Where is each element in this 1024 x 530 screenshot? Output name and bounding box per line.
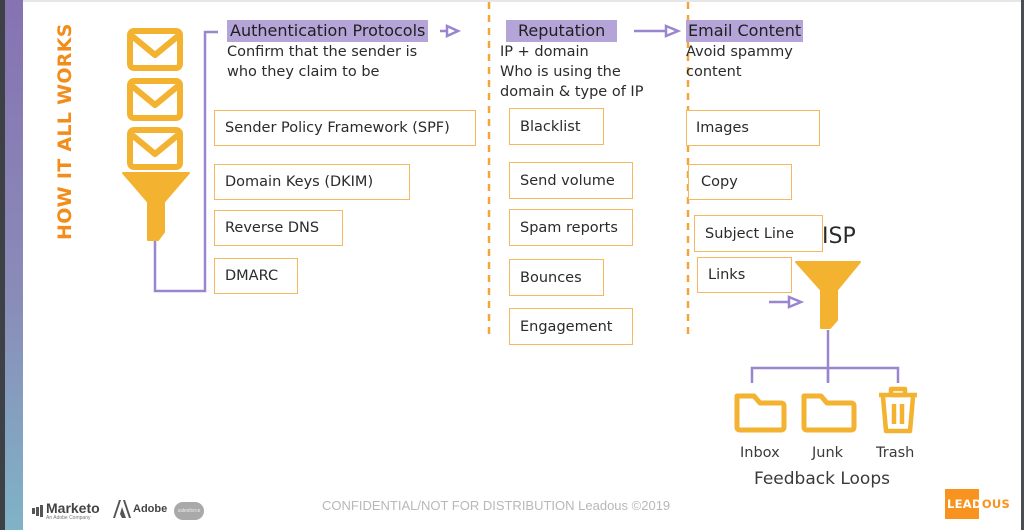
reputation-item-spam-reports: Spam reports bbox=[509, 209, 633, 246]
folder-icon bbox=[801, 393, 857, 433]
content-item-links: Links bbox=[697, 257, 792, 293]
leadous-logo-part2: OUS bbox=[981, 497, 1011, 511]
envelope-icon bbox=[127, 78, 183, 121]
reputation-column-title: Reputation bbox=[506, 20, 618, 42]
content-subtitle-line: content bbox=[686, 64, 742, 80]
content-item-images: Images bbox=[686, 110, 820, 146]
auth-column-title: Authentication Protocols bbox=[227, 20, 429, 42]
content-column-title: Email Content bbox=[686, 20, 804, 42]
isp-label: ISP bbox=[822, 224, 856, 249]
envelope-icon bbox=[127, 127, 183, 170]
auth-item-dkim: Domain Keys (DKIM) bbox=[214, 164, 410, 200]
marketo-name: Marketo bbox=[46, 500, 100, 516]
reputation-subtitle-line: IP + domain bbox=[500, 44, 589, 60]
marketo-bars-icon bbox=[32, 505, 43, 517]
auth-subtitle-line: Confirm that the sender is bbox=[227, 44, 418, 60]
arrow-reputation-to-content bbox=[634, 24, 682, 38]
folder-icon bbox=[734, 393, 787, 433]
adobe-logo: Adobe bbox=[113, 500, 167, 518]
feedback-loops-label: Feedback Loops bbox=[754, 469, 890, 489]
leadous-logo: LEADOUS bbox=[945, 489, 1010, 519]
destination-label-trash: Trash bbox=[876, 445, 915, 461]
reputation-item-send-volume: Send volume bbox=[509, 162, 633, 199]
destination-label-inbox: Inbox bbox=[740, 445, 780, 461]
destination-label-junk: Junk bbox=[812, 445, 844, 461]
auth-item-reverse-dns: Reverse DNS bbox=[214, 210, 343, 246]
content-item-copy: Copy bbox=[688, 164, 792, 200]
salesforce-logo: salesforce bbox=[174, 502, 204, 520]
reputation-item-bounces: Bounces bbox=[509, 259, 604, 296]
trash-icon bbox=[879, 386, 917, 434]
reputation-subtitle-line: Who is using the bbox=[500, 64, 621, 80]
reputation-item-blacklist: Blacklist bbox=[509, 108, 604, 145]
isp-tree-connector bbox=[750, 330, 900, 383]
content-item-subject-line: Subject Line bbox=[694, 215, 823, 252]
content-subtitle-line: Avoid spammy bbox=[686, 44, 793, 60]
arrow-into-isp bbox=[769, 295, 805, 309]
adobe-icon bbox=[113, 500, 131, 518]
isp-funnel-icon bbox=[795, 261, 861, 329]
adobe-name: Adobe bbox=[133, 503, 168, 515]
auth-subtitle-line: who they claim to be bbox=[227, 64, 380, 80]
reputation-subtitle-line: domain & type of IP bbox=[500, 84, 644, 100]
envelope-icon bbox=[127, 28, 183, 71]
confidential-notice: CONFIDENTIAL/NOT FOR DISTRIBUTION Leadou… bbox=[322, 498, 671, 513]
auth-item-dmarc: DMARC bbox=[214, 258, 298, 294]
leadous-logo-part1: LEAD bbox=[947, 497, 982, 511]
auth-item-spf: Sender Policy Framework (SPF) bbox=[214, 110, 476, 146]
reputation-item-engagement: Engagement bbox=[509, 308, 633, 345]
marketo-logo: Marketo An Adobe Company bbox=[32, 501, 100, 521]
funnel-icon bbox=[122, 172, 190, 241]
arrow-auth-to-reputation bbox=[440, 24, 462, 38]
